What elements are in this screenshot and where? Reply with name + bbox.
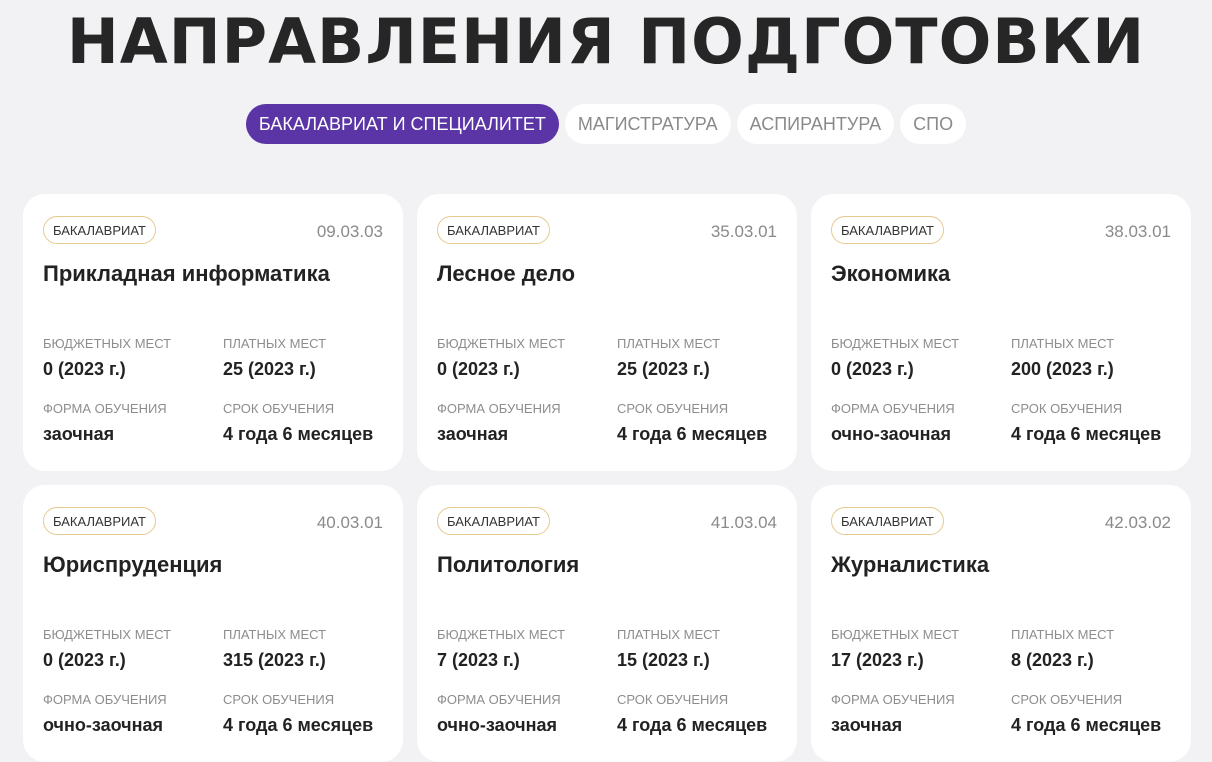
degree-badge: БАКАЛАВРИАТ — [831, 216, 944, 244]
duration-value: 4 года 6 месяцев — [1011, 424, 1162, 444]
form-label: ФОРМА ОБУЧЕНИЯ — [437, 692, 561, 707]
duration-value: 4 года 6 месяцев — [223, 715, 374, 735]
program-stats: БЮДЖЕТНЫХ МЕСТ ПЛАТНЫХ МЕСТ 0 (2023 г.) … — [43, 334, 383, 464]
budget-label: БЮДЖЕТНЫХ МЕСТ — [43, 336, 172, 351]
duration-value: 4 года 6 месяцев — [617, 715, 768, 735]
duration-value: 4 года 6 месяцев — [223, 424, 374, 444]
paid-label: ПЛАТНЫХ МЕСТ — [1011, 336, 1115, 351]
form-value: очно-заочная — [437, 715, 557, 735]
budget-value: 17 (2023 г.) — [831, 650, 924, 670]
budget-value: 0 (2023 г.) — [43, 359, 126, 379]
program-card[interactable]: БАКАЛАВРИАТ 38.03.01 Экономика БЮДЖЕТНЫХ… — [811, 194, 1191, 471]
program-code: 09.03.03 — [316, 222, 383, 241]
programs-grid: БАКАЛАВРИАТ 09.03.03 Прикладная информат… — [23, 194, 1191, 762]
form-value: заочная — [437, 424, 509, 444]
duration-label: СРОК ОБУЧЕНИЯ — [617, 401, 729, 416]
budget-label: БЮДЖЕТНЫХ МЕСТ — [437, 627, 566, 642]
paid-value: 200 (2023 г.) — [1011, 359, 1114, 379]
program-code: 38.03.01 — [1104, 222, 1171, 241]
degree-badge: БАКАЛАВРИАТ — [437, 507, 550, 535]
duration-label: СРОК ОБУЧЕНИЯ — [1011, 401, 1123, 416]
paid-value: 8 (2023 г.) — [1011, 650, 1094, 670]
form-value: заочная — [831, 715, 903, 735]
budget-value: 0 (2023 г.) — [831, 359, 914, 379]
duration-value: 4 года 6 месяцев — [617, 424, 768, 444]
program-card[interactable]: БАКАЛАВРИАТ 41.03.04 Политология БЮДЖЕТН… — [417, 485, 797, 762]
duration-label: СРОК ОБУЧЕНИЯ — [617, 692, 729, 707]
program-code: 42.03.02 — [1104, 513, 1171, 532]
form-label: ФОРМА ОБУЧЕНИЯ — [43, 401, 167, 416]
program-stats: БЮДЖЕТНЫХ МЕСТ ПЛАТНЫХ МЕСТ 0 (2023 г.) … — [831, 334, 1171, 464]
program-code: 35.03.01 — [710, 222, 777, 241]
paid-value: 25 (2023 г.) — [223, 359, 316, 379]
tab-spo[interactable]: СПО — [900, 104, 967, 144]
program-name: Лесное дело — [437, 261, 576, 286]
program-name: Экономика — [831, 261, 951, 286]
paid-label: ПЛАТНЫХ МЕСТ — [223, 336, 327, 351]
budget-value: 0 (2023 г.) — [43, 650, 126, 670]
program-stats: БЮДЖЕТНЫХ МЕСТ ПЛАТНЫХ МЕСТ 0 (2023 г.) … — [437, 334, 777, 464]
program-name: Политология — [437, 552, 580, 577]
tab-bachelor[interactable]: БАКАЛАВРИАТ И СПЕЦИАЛИТЕТ — [245, 104, 559, 144]
duration-value: 4 года 6 месяцев — [1011, 715, 1162, 735]
budget-value: 7 (2023 г.) — [437, 650, 520, 670]
program-name: Журналистика — [831, 552, 990, 577]
tab-master[interactable]: МАГИСТРАТУРА — [564, 104, 731, 144]
program-code: 41.03.04 — [710, 513, 777, 532]
tab-postgraduate[interactable]: АСПИРАНТУРА — [736, 104, 895, 144]
program-card[interactable]: БАКАЛАВРИАТ 09.03.03 Прикладная информат… — [23, 194, 403, 471]
paid-value: 25 (2023 г.) — [617, 359, 710, 379]
form-value: очно-заочная — [831, 424, 951, 444]
form-value: заочная — [43, 424, 115, 444]
form-label: ФОРМА ОБУЧЕНИЯ — [437, 401, 561, 416]
budget-label: БЮДЖЕТНЫХ МЕСТ — [831, 336, 960, 351]
paid-label: ПЛАТНЫХ МЕСТ — [617, 336, 721, 351]
degree-badge: БАКАЛАВРИАТ — [831, 507, 944, 535]
paid-label: ПЛАТНЫХ МЕСТ — [223, 627, 327, 642]
program-name: Юриспруденция — [43, 552, 223, 577]
form-label: ФОРМА ОБУЧЕНИЯ — [43, 692, 167, 707]
degree-badge: БАКАЛАВРИАТ — [437, 216, 550, 244]
budget-value: 0 (2023 г.) — [437, 359, 520, 379]
paid-label: ПЛАТНЫХ МЕСТ — [1011, 627, 1115, 642]
program-tabs: БАКАЛАВРИАТ И СПЕЦИАЛИТЕТ МАГИСТРАТУРА А… — [0, 104, 1212, 144]
budget-label: БЮДЖЕТНЫХ МЕСТ — [437, 336, 566, 351]
program-card[interactable]: БАКАЛАВРИАТ 42.03.02 Журналистика БЮДЖЕТ… — [811, 485, 1191, 762]
form-value: очно-заочная — [43, 715, 163, 735]
program-code: 40.03.01 — [316, 513, 383, 532]
duration-label: СРОК ОБУЧЕНИЯ — [223, 401, 335, 416]
budget-label: БЮДЖЕТНЫХ МЕСТ — [43, 627, 172, 642]
paid-value: 315 (2023 г.) — [223, 650, 326, 670]
program-card[interactable]: БАКАЛАВРИАТ 40.03.01 Юриспруденция БЮДЖЕ… — [23, 485, 403, 762]
budget-label: БЮДЖЕТНЫХ МЕСТ — [831, 627, 960, 642]
degree-badge: БАКАЛАВРИАТ — [43, 216, 156, 244]
paid-label: ПЛАТНЫХ МЕСТ — [617, 627, 721, 642]
page-title: НАПРАВЛЕНИЯ ПОДГОТОВКИ — [66, 5, 1146, 78]
duration-label: СРОК ОБУЧЕНИЯ — [1011, 692, 1123, 707]
form-label: ФОРМА ОБУЧЕНИЯ — [831, 692, 955, 707]
program-name: Прикладная информатика — [43, 261, 330, 286]
duration-label: СРОК ОБУЧЕНИЯ — [223, 692, 335, 707]
degree-badge: БАКАЛАВРИАТ — [43, 507, 156, 535]
paid-value: 15 (2023 г.) — [617, 650, 710, 670]
program-card[interactable]: БАКАЛАВРИАТ 35.03.01 Лесное дело БЮДЖЕТН… — [417, 194, 797, 471]
form-label: ФОРМА ОБУЧЕНИЯ — [831, 401, 955, 416]
